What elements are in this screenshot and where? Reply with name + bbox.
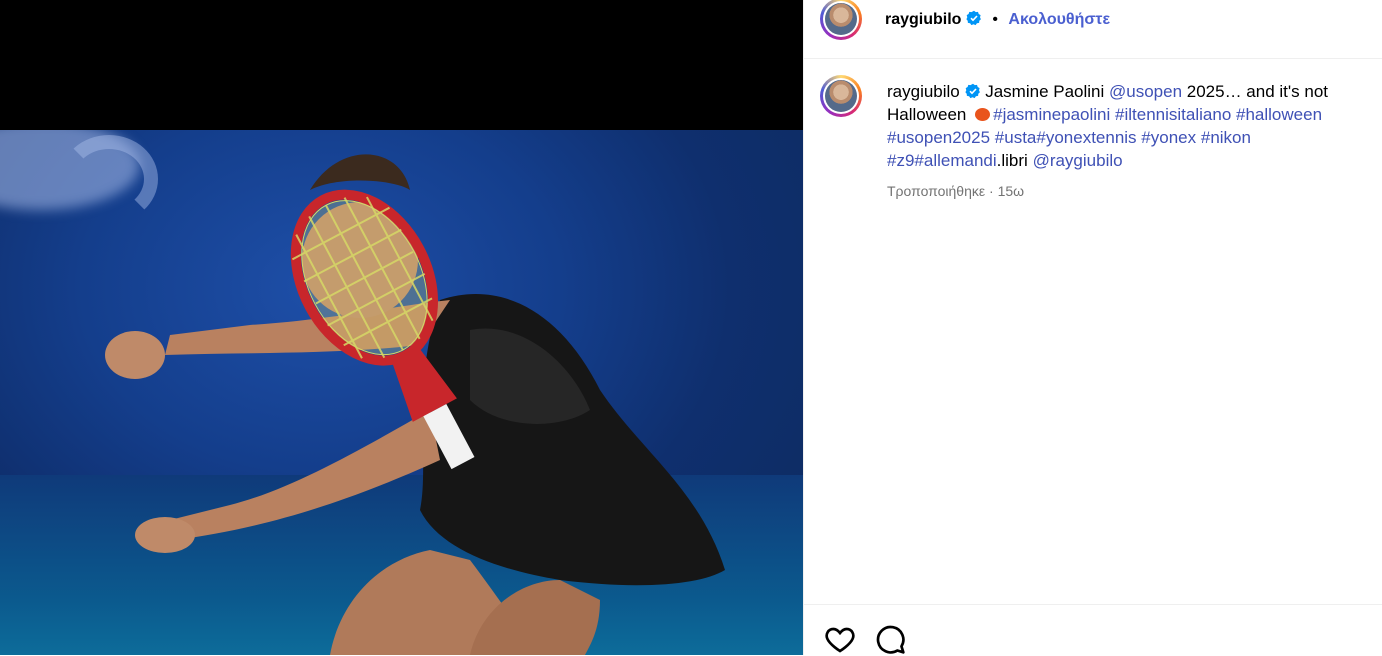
post-media[interactable] [0,0,803,655]
hashtag-link[interactable]: #yonex [1141,128,1196,147]
post-sidebar: raygiubilo • Ακολουθήστε raygiubilo Jasm… [803,0,1382,655]
verified-badge-icon [964,83,980,99]
caption-username[interactable]: raygiubilo [887,82,960,101]
author-avatar[interactable] [820,0,862,40]
heart-icon[interactable] [824,623,856,655]
hashtag-link[interactable]: #usopen2025 [887,128,990,147]
post-caption: raygiubilo Jasmine Paolini @usopen 2025…… [887,80,1357,200]
hashtag-link[interactable]: #jasminepaolini [993,105,1110,124]
tennis-player-illustration [105,154,725,655]
hashtag-link[interactable]: #z9 [887,151,914,170]
edited-label: Τροποποιήθηκε [887,183,986,199]
comment-icon[interactable] [874,623,906,655]
caption-text-segment: .libri [996,151,1033,170]
caption-text-segment: Jasmine Paolini [980,82,1110,101]
verified-badge-icon [966,10,981,26]
post-photo [0,130,803,655]
author-username[interactable]: raygiubilo [885,11,961,28]
pumpkin-emoji [975,108,991,121]
mention-link[interactable]: @raygiubilo [1033,151,1123,170]
hashtag-link[interactable]: #allemandi [914,151,996,170]
header-line: raygiubilo • Ακολουθήστε [885,10,1110,29]
post-time[interactable]: 15ω [998,183,1025,199]
action-bar [804,604,1382,656]
hashtag-link[interactable]: #nikon [1201,128,1251,147]
post-meta: Τροποποιήθηκε · 15ω [887,182,1357,200]
header-separator: • [992,11,998,28]
follow-button[interactable]: Ακολουθήστε [1008,11,1110,28]
meta-separator: · [989,183,994,199]
post-header: raygiubilo • Ακολουθήστε [804,0,1382,59]
mention-link[interactable]: @usopen [1109,82,1182,101]
hashtag-link[interactable]: #yonextennis [1036,128,1136,147]
hashtag-link[interactable]: #halloween [1236,105,1322,124]
hashtag-link[interactable]: #iltennisitaliano [1115,105,1231,124]
hashtag-link[interactable]: #usta [995,128,1037,147]
caption-author-avatar[interactable] [820,75,862,117]
